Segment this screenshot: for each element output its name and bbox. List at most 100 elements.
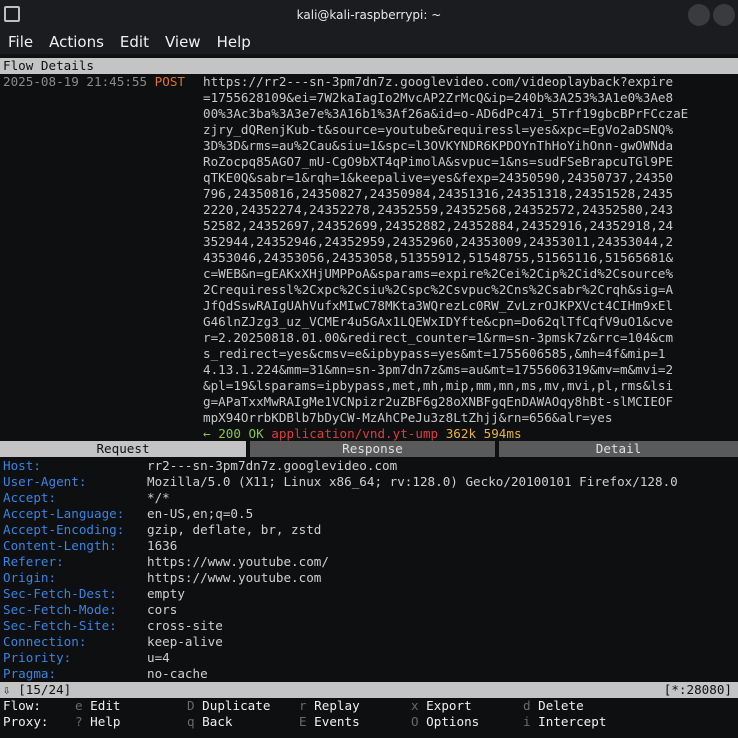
header-name: Sec-Fetch-Mode:	[3, 602, 117, 617]
header-name: User-Agent:	[3, 474, 87, 489]
keybar-key: ?	[75, 714, 83, 729]
flow-url-line: 3D%3D&rms=au%2Cau&siu=1&spc=l3OVKYNDR6KP…	[203, 138, 674, 153]
flow-details-title: Flow Details	[0, 58, 738, 74]
header-value: cross-site	[147, 618, 223, 633]
tab-request[interactable]: Request	[0, 441, 246, 457]
menu-actions[interactable]: Actions	[49, 33, 104, 51]
flow-url-line: zjry_dQRenjKub-t&source=youtube&requires…	[203, 122, 674, 137]
header-name: Host:	[3, 458, 41, 473]
keybar-label: Replay	[306, 698, 360, 713]
keybar-key: d	[523, 698, 531, 713]
status-code: 200	[218, 426, 241, 441]
header-name: Pragma:	[3, 666, 57, 681]
window-titlebar: kali@kali-raspberrypi: ~	[0, 0, 738, 30]
header-value: cors	[147, 602, 178, 617]
keybar-label: Options	[418, 714, 480, 729]
response-size: 362k	[445, 426, 477, 441]
keybar-label: Edit	[82, 698, 121, 713]
keybar-key: E	[299, 714, 307, 729]
flow-url-line: RoZocpq85AGO7_mU-CgO9bXT4qPimolA&svpuc=1…	[203, 154, 674, 169]
header-name: Sec-Fetch-Site:	[3, 618, 117, 633]
menu-edit[interactable]: Edit	[120, 33, 149, 51]
keybar-item[interactable]: O Options	[411, 714, 479, 730]
status-bar: ⇩ [15/24] [*:28080]	[0, 682, 738, 698]
response-duration: 594ms	[483, 426, 522, 441]
header-name: Accept-Language:	[3, 506, 125, 521]
keybar-label: Export	[418, 698, 472, 713]
flow-url-line: &pl=19&lsparams=ipbypass,met,mh,mip,mm,m…	[203, 378, 674, 393]
keybar-label: Events	[306, 714, 360, 729]
flow-url-line: 00%3Ac3ba%3A3e7e%3A16b1%3Af26a&id=o-AD6d…	[203, 106, 689, 121]
header-name: Accept-Encoding:	[3, 522, 125, 537]
header-value: keep-alive	[147, 634, 223, 649]
keybar-key: e	[75, 698, 83, 713]
keybar-label: Duplicate	[194, 698, 271, 713]
tab-response[interactable]: Response	[250, 441, 495, 457]
header-name: Connection:	[3, 634, 87, 649]
keybar-key: O	[411, 714, 419, 729]
flow-url-line: g=APaTxxMwRAIgMe1VCNpizr2uZBF6g28oXNBFgq…	[203, 394, 674, 409]
flow-url-line: c=WEB&n=gEAKxXHjUMPPoA&sparams=expire%2C…	[203, 266, 674, 281]
keybar-item[interactable]: i Intercept	[523, 714, 606, 730]
flow-url-line: G46lnZJzg3_uz_VCMEr4u5GAx1LQEWxIDYfte&cp…	[203, 314, 674, 329]
flow-position: ⇩ [15/24]	[3, 682, 72, 697]
header-value: u=4	[147, 650, 170, 665]
menu-file[interactable]: File	[8, 33, 33, 51]
terminal-window-icon	[4, 6, 20, 22]
flow-url-line: JfQdSswRAIgUAhVufxMIwC78MKta3WQrezLc0RW_…	[203, 298, 674, 313]
flow-url-line: 4353046,24353056,24353058,51355912,51548…	[203, 250, 674, 265]
keybar-item[interactable]: e Edit	[75, 698, 121, 714]
header-value: https://www.youtube.com/	[147, 554, 329, 569]
keybar-label: Back	[194, 714, 233, 729]
flow-url-line: 352944,24352946,24352959,24352960,243530…	[203, 234, 674, 249]
flow-timestamp: 2025-08-19 21:45:55	[3, 74, 148, 89]
keybar-key: D	[187, 698, 195, 713]
header-value: 1636	[147, 538, 178, 553]
keybar-item[interactable]: ? Help	[75, 714, 121, 730]
keybar-item[interactable]: r Replay	[299, 698, 360, 714]
keybar-label: Help	[82, 714, 121, 729]
header-name: Priority:	[3, 650, 72, 665]
header-name: Referer:	[3, 554, 64, 569]
header-value: en-US,en;q=0.5	[147, 506, 254, 521]
minimize-button[interactable]	[688, 4, 710, 26]
tab-detail[interactable]: Detail	[499, 441, 738, 457]
header-value: Mozilla/5.0 (X11; Linux x86_64; rv:128.0…	[147, 474, 678, 489]
flow-url-line: https://rr2---sn-3pm7dn7z.googlevideo.co…	[203, 74, 674, 89]
flow-url-line: 4.13.1.224&mm=31&mn=sn-3pm7dn7z&ms=au&mt…	[203, 362, 674, 377]
keybar-item[interactable]: d Delete	[523, 698, 584, 714]
header-value: gzip, deflate, br, zstd	[147, 522, 322, 537]
header-value: rr2---sn-3pm7dn7z.googlevideo.com	[147, 458, 398, 473]
response-arrow: ←	[203, 426, 211, 441]
flow-url-line: r=2.20250818.01.00&redirect_counter=1&rm…	[203, 330, 674, 345]
menu-bar: File Actions Edit View Help	[0, 30, 738, 54]
keybar-item[interactable]: q Back	[187, 714, 233, 730]
header-value: empty	[147, 586, 185, 601]
content-type: application/vnd.yt-ump	[271, 426, 439, 441]
header-name: Content-Length:	[3, 538, 117, 553]
keybar-key: i	[523, 714, 531, 729]
header-value: no-cache	[147, 666, 208, 681]
header-name: Origin:	[3, 570, 57, 585]
menu-view[interactable]: View	[165, 33, 201, 51]
header-name: Sec-Fetch-Dest:	[3, 586, 117, 601]
scroll-arrow-icon: ⇩	[3, 682, 11, 697]
flow-url-line: =1755628109&ei=7W2kaIagIo2MvcAP2ZrMcQ&ip…	[203, 90, 674, 105]
header-value: https://www.youtube.com	[147, 570, 322, 585]
flow-url-line: mpX94OrrbKDBlb7bDyCW-MzAhCPeJu3z8LtZhjj&…	[203, 410, 613, 425]
keybar-item[interactable]: x Export	[411, 698, 472, 714]
maximize-button[interactable]	[713, 4, 735, 26]
flow-url-line: 796,24350816,24350827,24350984,24351316,…	[203, 186, 674, 201]
flow-url-line: 2Crequiressl%2Cxpc%2Csiu%2Cspc%2Csvpuc%2…	[203, 282, 674, 297]
keybar-label: Delete	[530, 698, 584, 713]
keybar-key: q	[187, 714, 195, 729]
flow-method: POST	[154, 74, 185, 89]
keybar-key: r	[299, 698, 307, 713]
keybar-item[interactable]: E Events	[299, 714, 360, 730]
terminal-area[interactable]: Flow Details 2025-08-19 21:45:55 POST ← …	[0, 56, 738, 738]
menu-help[interactable]: Help	[217, 33, 251, 51]
keybar-key: x	[411, 698, 419, 713]
keybar-item[interactable]: D Duplicate	[187, 698, 270, 714]
status-text: OK	[248, 426, 264, 441]
listen-address: [*:28080]	[663, 682, 732, 697]
